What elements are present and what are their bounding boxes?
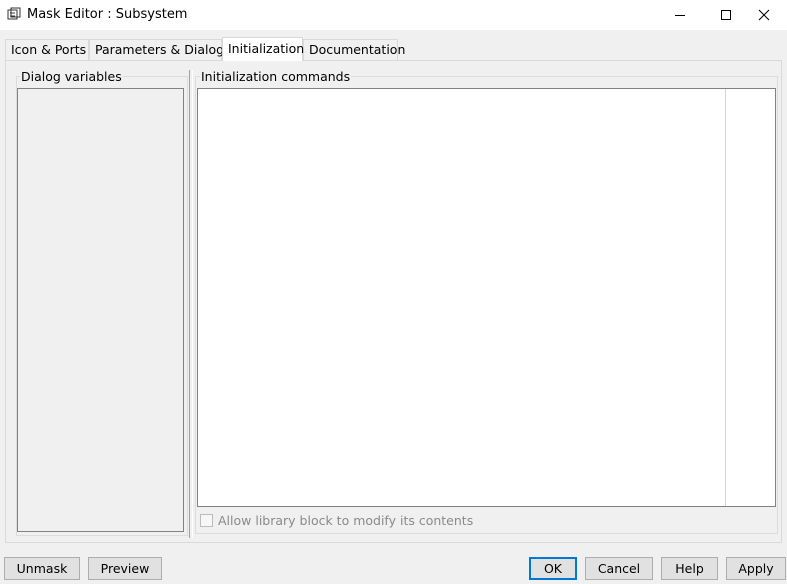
editor-margin-line — [725, 89, 726, 506]
initialization-panel: Dialog variables Initialization commands… — [5, 60, 782, 543]
unmask-button[interactable]: Unmask — [4, 557, 80, 580]
tab-label: Initialization — [228, 41, 305, 56]
tab-strip: Icon & Ports Parameters & Dialog Initial… — [5, 37, 785, 61]
help-button[interactable]: Help — [661, 557, 718, 580]
dialog-variables-group: Dialog variables — [16, 69, 188, 536]
tab-label: Parameters & Dialog — [95, 42, 225, 57]
preview-button[interactable]: Preview — [88, 557, 162, 580]
mask-editor-app-icon — [7, 7, 21, 20]
maximize-icon — [721, 10, 731, 20]
tab-icon-ports[interactable]: Icon & Ports — [5, 39, 89, 60]
tab-parameters-dialog[interactable]: Parameters & Dialog — [89, 39, 225, 60]
title-bar: Mask Editor : Subsystem — [0, 0, 787, 30]
apply-button[interactable]: Apply — [726, 557, 786, 580]
window-title: Mask Editor : Subsystem — [27, 7, 188, 22]
minimize-button[interactable] — [657, 0, 703, 30]
initialization-commands-group: Initialization commands Allow library bl… — [195, 69, 778, 534]
initialization-commands-editor[interactable] — [197, 88, 776, 507]
allow-library-option: Allow library block to modify its conten… — [200, 513, 473, 528]
tab-label: Icon & Ports — [11, 42, 87, 57]
tab-documentation[interactable]: Documentation — [303, 39, 405, 60]
dialog-variables-list[interactable] — [17, 88, 184, 532]
dialog-variables-label: Dialog variables — [20, 69, 123, 84]
ok-button[interactable]: OK — [529, 557, 577, 580]
allow-library-label: Allow library block to modify its conten… — [218, 513, 474, 528]
close-button[interactable] — [741, 0, 787, 30]
panel-splitter[interactable] — [189, 70, 193, 538]
tab-initialization[interactable]: Initialization — [222, 37, 305, 61]
close-icon — [758, 9, 770, 21]
allow-library-checkbox[interactable] — [200, 514, 213, 527]
minimize-icon — [675, 15, 685, 16]
tab-label: Documentation — [309, 42, 406, 57]
initialization-commands-label: Initialization commands — [200, 69, 352, 84]
cancel-button[interactable]: Cancel — [585, 557, 653, 580]
